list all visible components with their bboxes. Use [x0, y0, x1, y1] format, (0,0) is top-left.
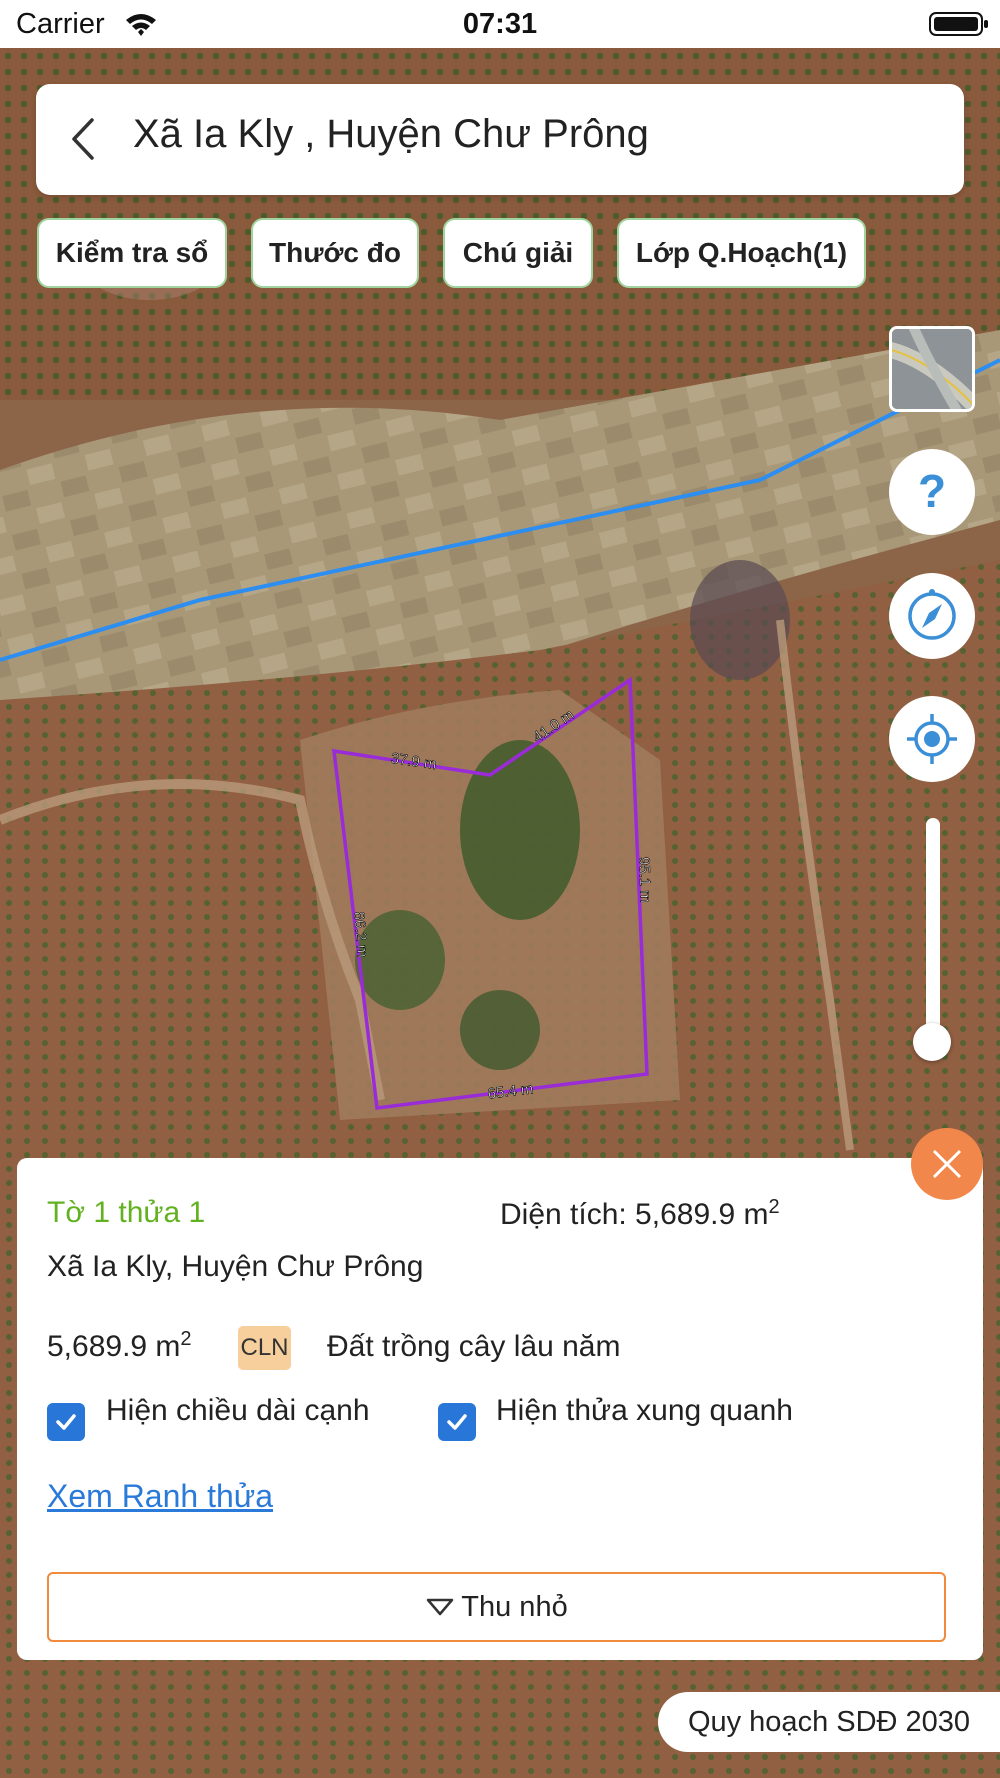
view-boundary-link[interactable]: Xem Ranh thửa: [47, 1478, 273, 1515]
planning-layer-button[interactable]: Lớp Q.Hoạch(1): [617, 218, 866, 288]
crosshair-icon: [907, 714, 957, 764]
legend-button[interactable]: Chú giải: [443, 218, 593, 288]
show-neighbors-label[interactable]: Hiện thửa xung quanh: [496, 1394, 793, 1428]
show-neighbors-checkbox[interactable]: [438, 1403, 476, 1441]
land-code-badge: CLN: [238, 1326, 291, 1370]
check-icon: [56, 1414, 76, 1430]
show-edge-length-checkbox[interactable]: [47, 1403, 85, 1441]
collapse-label: Thu nhỏ: [461, 1590, 568, 1623]
check-icon: [447, 1414, 467, 1430]
parcel-info-panel: Tờ 1 thửa 1 Diện tích: 5,689.9 m2 Xã Ia …: [17, 1158, 983, 1660]
clock: 07:31: [462, 8, 538, 40]
compass-button[interactable]: [889, 573, 975, 659]
check-certificate-button[interactable]: Kiểm tra sổ: [37, 218, 227, 288]
zoom-slider-track[interactable]: [926, 818, 940, 1044]
back-arrow-icon[interactable]: [64, 114, 104, 164]
show-edge-length-label[interactable]: Hiện chiều dài cạnh: [106, 1394, 370, 1428]
parcel-id: Tờ 1 thửa 1: [47, 1196, 206, 1229]
map-layer-switcher[interactable]: [889, 326, 975, 412]
zoom-slider-thumb[interactable]: [913, 1023, 951, 1061]
edge-label: 95.1 m: [635, 857, 654, 903]
svg-text:?: ?: [918, 467, 946, 517]
compass-icon: [908, 589, 956, 640]
parcel-area: Diện tích: 5,689.9 m2: [500, 1196, 780, 1231]
locate-button[interactable]: [889, 696, 975, 782]
battery-icon: [929, 12, 988, 36]
land-use-area: 5,689.9 m2: [47, 1328, 192, 1363]
help-button[interactable]: ?: [889, 449, 975, 535]
page-title: Xã Ia Kly , Huyện Chư Prông: [133, 112, 649, 156]
question-icon: ?: [918, 467, 946, 517]
ruler-button[interactable]: Thước đo: [251, 218, 419, 288]
planning-badge[interactable]: Quy hoạch SDĐ 2030: [658, 1692, 1000, 1752]
header-bar: Xã Ia Kly , Huyện Chư Prông: [36, 84, 964, 195]
close-icon: [932, 1149, 962, 1179]
map-screen: 37.9 m 41.0 m 95.1 m 86.2 m 65.4 m Carri…: [0, 0, 1000, 1778]
close-panel-button[interactable]: [911, 1128, 983, 1200]
map-layer-icon: [892, 329, 972, 409]
parcel-location: Xã Ia Kly, Huyện Chư Prông: [47, 1250, 424, 1283]
status-bar: Carrier 07:31: [0, 0, 1000, 48]
land-type-label: Đất trồng cây lâu năm: [327, 1330, 621, 1363]
triangle-down-icon: [427, 1598, 454, 1616]
collapse-button[interactable]: Thu nhỏ: [47, 1572, 946, 1642]
